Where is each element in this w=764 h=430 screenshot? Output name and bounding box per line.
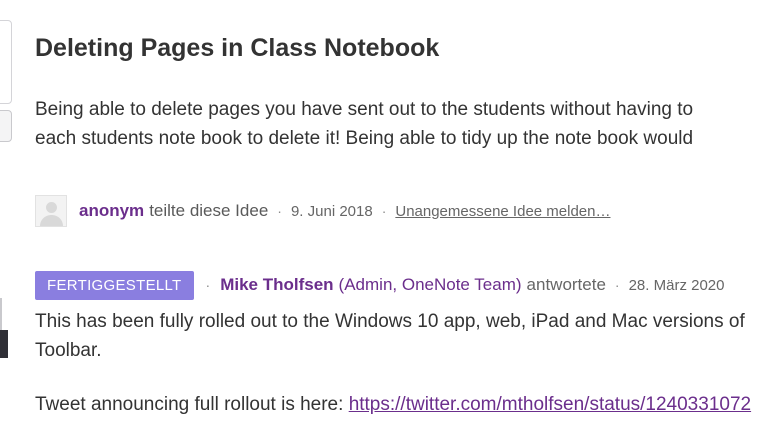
separator-dot: ·	[205, 277, 211, 293]
author-action: teilte diese Idee	[149, 201, 269, 220]
responder-action: antwortete	[526, 275, 606, 294]
idea-description-line: Being able to delete pages you have sent…	[35, 99, 694, 120]
responder-name[interactable]: Mike Tholfsen	[220, 275, 333, 295]
response-header: FERTIGGESTELLT · Mike Tholfsen (Admin, O…	[35, 270, 724, 300]
idea-meta: anonym teilte diese Idee · 9. Juni 2018 …	[35, 193, 611, 229]
tweet-link[interactable]: https://twitter.com/mtholfsen/status/124…	[349, 394, 751, 415]
separator-dot: ·	[614, 277, 620, 293]
author-name[interactable]: anonym	[79, 201, 144, 221]
response-date: 28. März 2020	[628, 276, 725, 294]
idea-date: 9. Juni 2018	[290, 202, 373, 220]
separator-dot: ·	[381, 203, 387, 219]
left-dark-edge	[0, 330, 8, 358]
report-idea-link[interactable]: Unangemessene Idee melden…	[395, 203, 610, 220]
tweet-prefix: Tweet announcing full rollout is here:	[35, 394, 349, 415]
left-button-edge[interactable]	[0, 110, 12, 142]
idea-description-line: each students note book to delete it! Be…	[35, 128, 694, 149]
left-panel-edge	[0, 20, 12, 104]
response-line: This has been fully rolled out to the Wi…	[35, 311, 745, 332]
idea-title: Deleting Pages in Class Notebook	[35, 34, 440, 62]
status-badge: FERTIGGESTELLT	[35, 270, 194, 300]
avatar-icon	[35, 195, 67, 227]
idea-description: Being able to delete pages you have sent…	[35, 95, 764, 153]
responder-role: (Admin, OneNote Team)	[338, 275, 522, 294]
response-body: This has been fully rolled out to the Wi…	[35, 307, 751, 419]
separator-dot: ·	[277, 203, 282, 219]
left-divider-edge	[0, 298, 2, 330]
tweet-line: Tweet announcing full rollout is here: h…	[35, 390, 751, 419]
response-line: Toolbar.	[35, 340, 102, 361]
